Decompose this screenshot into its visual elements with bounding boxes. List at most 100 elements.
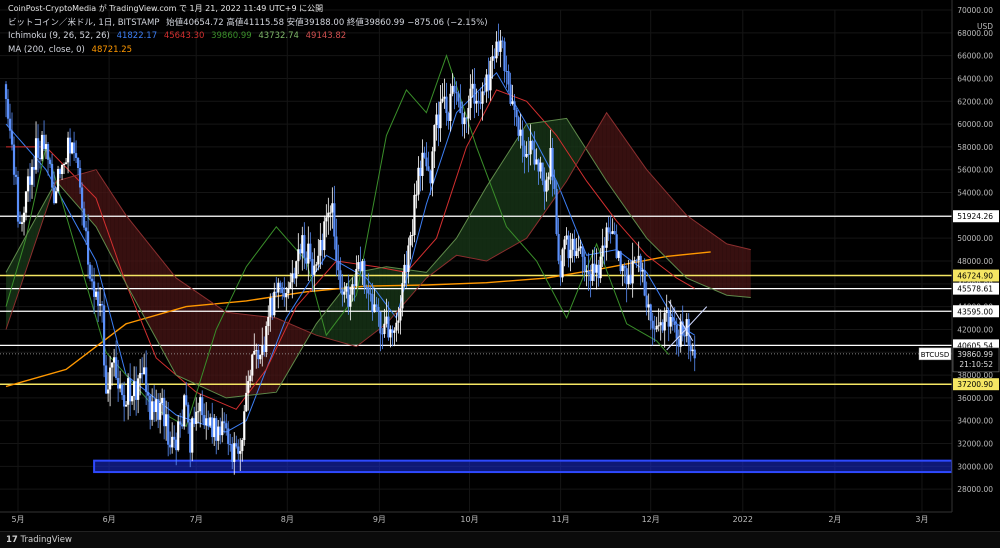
candle-body bbox=[119, 384, 122, 389]
candle-body bbox=[76, 157, 80, 169]
candle-body bbox=[451, 85, 454, 94]
cloud-segment bbox=[662, 187, 667, 259]
candle-body bbox=[363, 260, 366, 288]
candle-body bbox=[301, 235, 304, 254]
price-chart[interactable]: USD28000.0030000.0032000.0034000.0036000… bbox=[0, 0, 1000, 548]
candle-body bbox=[211, 417, 214, 438]
publish-note: CoinPost-CryptoMedia が TradingView.com で… bbox=[8, 4, 324, 13]
cloud-segment bbox=[286, 322, 291, 376]
candle-body bbox=[24, 191, 28, 213]
candle-body bbox=[403, 264, 406, 284]
level-label[interactable]: 43595.00 bbox=[957, 307, 993, 316]
candle-body bbox=[321, 239, 324, 251]
cloud-segment bbox=[154, 250, 159, 343]
candle-body bbox=[549, 147, 552, 177]
cloud-segment bbox=[654, 178, 659, 251]
cloud-segment bbox=[630, 146, 635, 222]
cloud-segment bbox=[746, 248, 751, 298]
price-tick-label: 28000.00 bbox=[957, 485, 993, 494]
level-label[interactable]: 45578.61 bbox=[957, 285, 993, 294]
candle-body bbox=[509, 84, 512, 104]
last-price-label: 39860.99 bbox=[957, 350, 993, 359]
level-label[interactable]: 46724.90 bbox=[957, 272, 993, 281]
candle-body bbox=[643, 270, 646, 296]
price-tick-label: 54000.00 bbox=[957, 189, 993, 198]
candle-body bbox=[543, 180, 546, 192]
candle-body bbox=[125, 404, 128, 407]
ma-legend[interactable]: MA (200, close, 0) 48721.25 bbox=[8, 45, 136, 55]
candle-body bbox=[34, 138, 38, 170]
candle-body bbox=[159, 402, 162, 420]
time-tick-label: 5月 bbox=[11, 515, 24, 524]
candle-body bbox=[545, 179, 548, 192]
candle-body bbox=[281, 287, 284, 294]
candle-body bbox=[56, 169, 60, 192]
footer-brand: TradingView bbox=[20, 535, 72, 545]
candle-body bbox=[519, 129, 522, 136]
candle-body bbox=[66, 137, 70, 163]
candle-body bbox=[237, 446, 240, 454]
candle-body bbox=[105, 365, 108, 394]
candle-body bbox=[319, 239, 322, 256]
candle-body bbox=[653, 328, 656, 330]
candle-body bbox=[551, 147, 554, 181]
candle-body bbox=[397, 320, 400, 323]
candle-body bbox=[189, 422, 192, 453]
ohlc-values: 始値40654.72 高値41115.58 安値39188.00 終値39860… bbox=[166, 18, 488, 28]
candle-body bbox=[40, 134, 44, 160]
cloud-segment bbox=[274, 317, 279, 393]
candle-body bbox=[503, 41, 506, 72]
candle-body bbox=[62, 163, 66, 165]
cloud-segment bbox=[674, 201, 679, 271]
cloud-segment bbox=[686, 215, 691, 280]
candle-body bbox=[20, 222, 24, 224]
candle-body bbox=[109, 367, 112, 390]
candle-body bbox=[243, 411, 246, 441]
cloud-segment bbox=[150, 245, 155, 335]
candle-body bbox=[10, 130, 14, 145]
candle-body bbox=[571, 238, 574, 250]
candle-body bbox=[365, 287, 368, 289]
candle-body bbox=[409, 235, 412, 246]
candle-body bbox=[501, 40, 504, 42]
candle-body bbox=[337, 260, 340, 271]
candle-body bbox=[515, 109, 518, 118]
cloud-segment bbox=[638, 158, 643, 233]
candle-body bbox=[525, 154, 528, 157]
candle-body bbox=[407, 245, 410, 272]
candle-body bbox=[293, 273, 296, 279]
candle-body bbox=[249, 375, 252, 382]
tradingview-logo[interactable]: 17 TradingView bbox=[6, 535, 72, 545]
ichimoku-legend[interactable]: Ichimoku (9, 26, 52, 26) 41822.17 45643.… bbox=[8, 31, 350, 41]
candle-body bbox=[491, 56, 494, 61]
candle-body bbox=[48, 159, 52, 164]
candle-body bbox=[619, 251, 622, 272]
candle-body bbox=[459, 101, 462, 114]
candle-body bbox=[577, 248, 580, 252]
cloud-segment bbox=[706, 229, 711, 289]
level-label[interactable]: 51924.26 bbox=[957, 212, 993, 221]
cloud-segment bbox=[722, 241, 727, 296]
candle-body bbox=[579, 246, 582, 249]
candle-body bbox=[391, 329, 394, 333]
time-tick-label: 11月 bbox=[551, 515, 569, 524]
candle-body bbox=[675, 324, 678, 339]
candle-body bbox=[555, 188, 558, 234]
cloud-segment bbox=[194, 290, 199, 386]
symbol-tag[interactable]: BTCUSD bbox=[921, 351, 950, 359]
candle-body bbox=[475, 100, 478, 104]
cloud-segment bbox=[122, 209, 127, 284]
cloud-segment bbox=[506, 149, 511, 250]
candle-body bbox=[151, 401, 154, 420]
candle-body bbox=[345, 286, 348, 292]
candle-body bbox=[567, 235, 570, 259]
candle-body bbox=[161, 397, 164, 403]
level-label[interactable]: 37200.90 bbox=[957, 380, 993, 389]
candle-body bbox=[453, 85, 456, 92]
candle-body bbox=[121, 384, 124, 396]
support-zone-rect[interactable] bbox=[93, 459, 954, 474]
candle-body bbox=[421, 152, 424, 176]
candle-body bbox=[633, 260, 636, 262]
cloud-segment bbox=[106, 184, 111, 254]
candle-body bbox=[673, 321, 676, 325]
